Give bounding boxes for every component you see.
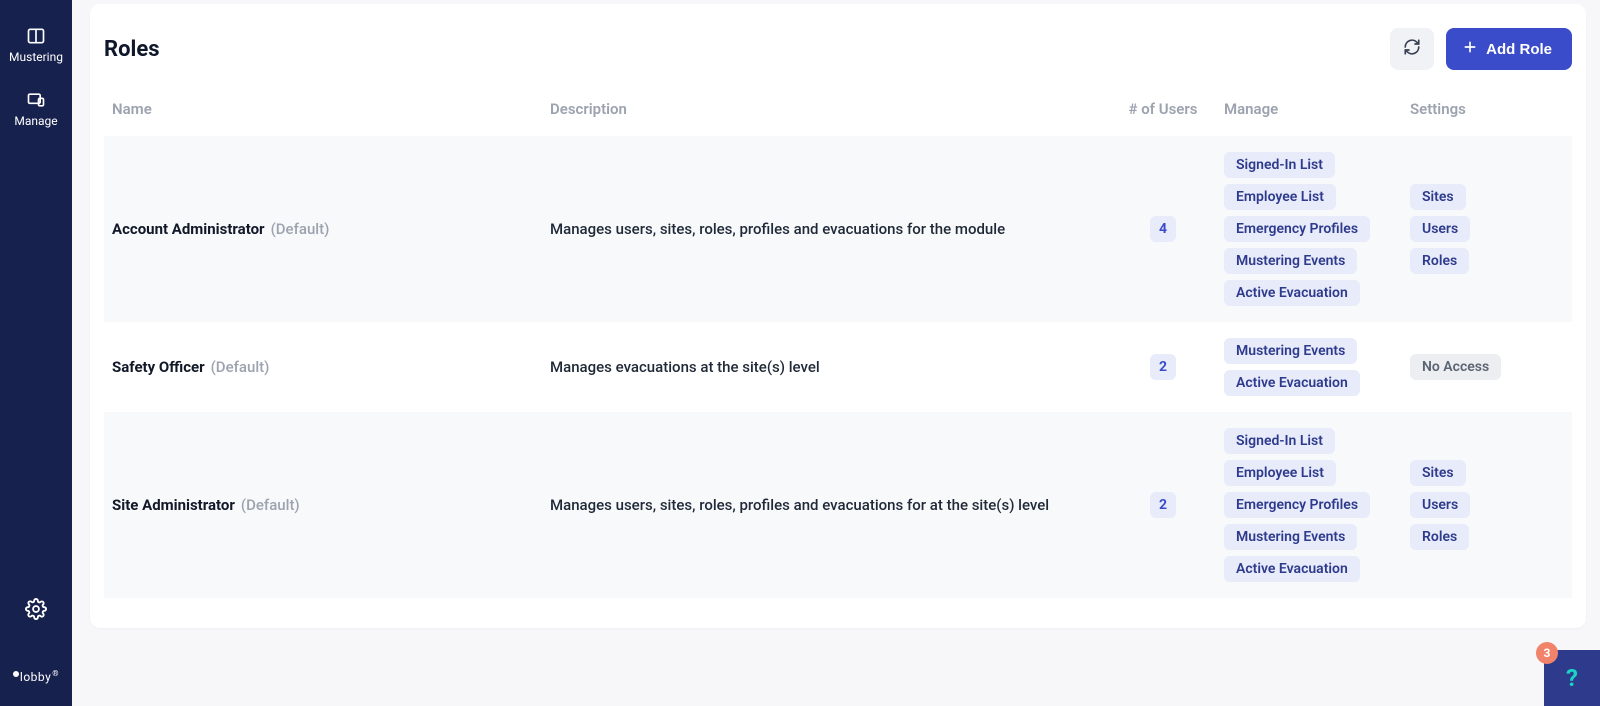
roles-card: Roles <box>90 4 1586 628</box>
role-name: Site Administrator <box>112 496 235 514</box>
manage-tag: Emergency Profiles <box>1224 216 1370 242</box>
roles-table: Name Description # of Users Manage Setti… <box>104 88 1572 598</box>
col-name: Name <box>104 88 542 136</box>
sidebar-item-label: Mustering <box>9 50 63 64</box>
manage-tag: Employee List <box>1224 460 1336 486</box>
settings-tag: Sites <box>1410 460 1466 486</box>
col-description: Description <box>542 88 1110 136</box>
add-role-button[interactable]: Add Role <box>1446 28 1572 70</box>
page-title: Roles <box>104 37 160 62</box>
settings-tag: Roles <box>1410 248 1469 274</box>
manage-tag: Signed-In List <box>1224 152 1335 178</box>
manage-tag: Mustering Events <box>1224 338 1357 364</box>
default-tag: (Default) <box>271 220 330 238</box>
no-access-tag: No Access <box>1410 354 1501 380</box>
plus-icon <box>1462 39 1478 59</box>
default-tag: (Default) <box>241 496 300 514</box>
brand-text: lobby <box>20 670 51 684</box>
refresh-icon <box>1403 38 1421 60</box>
manage-tag: Active Evacuation <box>1224 280 1360 306</box>
devices-icon <box>26 90 46 110</box>
sidebar: Mustering Manage lobby ® <box>0 0 72 706</box>
settings-tag: Sites <box>1410 184 1466 210</box>
table-row[interactable]: Safety Officer (Default) Manages evacuatio… <box>104 322 1572 412</box>
col-settings: Settings <box>1402 88 1572 136</box>
manage-tag: Emergency Profiles <box>1224 492 1370 518</box>
manage-tag: Mustering Events <box>1224 524 1357 550</box>
sidebar-item-label: Manage <box>14 114 57 128</box>
manage-tag: Mustering Events <box>1224 248 1357 274</box>
role-description: Manages evacuations at the site(s) level <box>542 322 1110 412</box>
table-row[interactable]: Site Administrator (Default) Manages users… <box>104 412 1572 598</box>
sidebar-item-manage[interactable]: Manage <box>0 90 72 128</box>
col-manage: Manage <box>1216 88 1402 136</box>
default-tag: (Default) <box>211 358 270 376</box>
user-count: 2 <box>1150 492 1176 518</box>
role-description: Manages users, sites, roles, profiles an… <box>542 136 1110 322</box>
manage-tag: Active Evacuation <box>1224 556 1360 582</box>
col-users: # of Users <box>1110 88 1216 136</box>
settings-tag: Users <box>1410 216 1470 242</box>
card-header: Roles <box>104 28 1572 88</box>
brand-logo: lobby ® <box>13 670 59 684</box>
role-description: Manages users, sites, roles, profiles an… <box>542 412 1110 598</box>
manage-tag: Active Evacuation <box>1224 370 1360 396</box>
manage-tag: Signed-In List <box>1224 428 1335 454</box>
sidebar-item-mustering[interactable]: Mustering <box>0 26 72 64</box>
refresh-button[interactable] <box>1390 28 1434 70</box>
user-count: 4 <box>1150 216 1176 242</box>
settings-button[interactable] <box>25 598 47 624</box>
gear-icon <box>25 608 47 624</box>
help-icon: ? <box>1566 664 1578 692</box>
settings-tag: Roles <box>1410 524 1469 550</box>
panels-icon <box>26 26 46 46</box>
settings-tag: Users <box>1410 492 1470 518</box>
help-widget[interactable]: 3 ? <box>1544 650 1600 706</box>
notification-badge: 3 <box>1536 642 1558 664</box>
main-content: Roles <box>72 0 1600 706</box>
role-name: Account Administrator <box>112 220 265 238</box>
add-role-label: Add Role <box>1486 41 1552 58</box>
table-row[interactable]: Account Administrator (Default) Manages us… <box>104 136 1572 322</box>
user-count: 2 <box>1150 354 1176 380</box>
manage-tag: Employee List <box>1224 184 1336 210</box>
brand-dot-icon <box>13 671 19 677</box>
role-name: Safety Officer <box>112 358 205 376</box>
